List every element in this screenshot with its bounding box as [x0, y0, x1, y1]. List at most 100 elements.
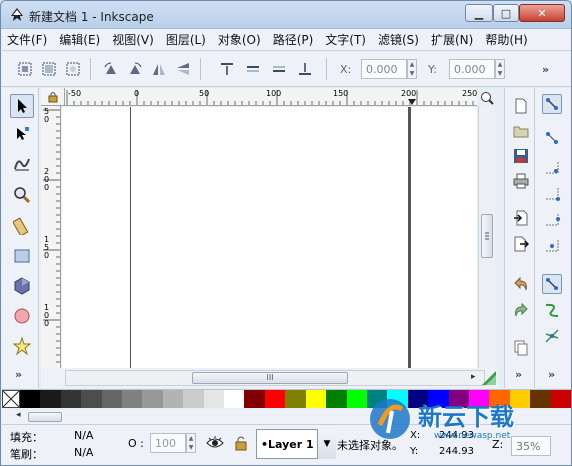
lower-to-bottom-icon[interactable]	[296, 60, 314, 78]
horizontal-ruler: -50 0 50 100 150 200 250	[65, 88, 477, 106]
horizontal-scroll-thumb[interactable]: III	[192, 372, 348, 384]
opacity-input[interactable]: 100	[150, 433, 186, 453]
snap-intersection-icon[interactable]	[542, 326, 562, 346]
palette-swatch[interactable]	[142, 390, 163, 408]
commands-more-icon[interactable]: »	[515, 368, 522, 381]
x-spin-buttons[interactable]: ▲ ▼	[407, 59, 417, 79]
print-icon[interactable]	[511, 171, 531, 191]
vertical-scrollbar[interactable]	[478, 106, 495, 368]
snap-bbox-icon[interactable]	[542, 128, 562, 148]
palette-swatch[interactable]	[224, 390, 245, 408]
redo-icon[interactable]	[511, 300, 531, 320]
toggle-lock-icon[interactable]	[234, 435, 248, 451]
menu-help[interactable]: 帮助(H)	[480, 31, 532, 48]
palette-swatch[interactable]	[101, 390, 123, 408]
palette-swatch[interactable]	[122, 390, 143, 408]
menu-path[interactable]: 路径(P)	[268, 31, 319, 48]
rectangle-tool-icon[interactable]	[10, 244, 34, 268]
palette-swatch[interactable]	[285, 390, 306, 408]
layer-dropdown-chevron-icon[interactable]: ▼	[317, 429, 336, 459]
deselect-icon[interactable]	[64, 60, 82, 78]
palette-scroll-thumb[interactable]	[28, 412, 62, 422]
flip-vertical-icon[interactable]	[174, 60, 192, 78]
snap-path-icon[interactable]	[542, 300, 562, 320]
vertical-scroll-thumb[interactable]	[481, 214, 493, 258]
snap-bbox-midpoint-icon[interactable]	[542, 210, 562, 230]
node-tool-icon[interactable]	[10, 122, 34, 146]
x-coordinate-input[interactable]: 0.000	[361, 59, 407, 79]
select-all-layers-icon[interactable]	[40, 60, 58, 78]
stroke-value[interactable]: N/A	[74, 446, 93, 459]
zoom-fit-icon[interactable]	[478, 89, 495, 106]
minimize-button[interactable]: ▁	[465, 4, 493, 22]
palette-scroll-left-icon[interactable]: ◂	[16, 410, 21, 420]
rotate-cw-icon[interactable]	[126, 60, 144, 78]
snap-bbox-corner-icon[interactable]	[542, 184, 562, 204]
undo-icon[interactable]	[511, 274, 531, 294]
3d-box-tool-icon[interactable]	[10, 274, 34, 298]
snap-bbox-edge-icon[interactable]	[542, 158, 562, 178]
snap-more-icon[interactable]: »	[548, 368, 555, 381]
y-spin-buttons[interactable]: ▲ ▼	[495, 59, 505, 79]
palette-swatch[interactable]	[20, 390, 41, 408]
layer-selector[interactable]: •Layer 1 ▼	[256, 429, 336, 459]
palette-swatch[interactable]	[60, 390, 82, 408]
palette-swatch[interactable]	[346, 390, 367, 408]
palette-swatch[interactable]	[305, 390, 327, 408]
palette-swatch[interactable]	[244, 390, 265, 408]
horizontal-scrollbar[interactable]: III	[65, 370, 485, 386]
menu-object[interactable]: 对象(O)	[213, 31, 266, 48]
toolbar-more-icon[interactable]: »	[542, 63, 549, 76]
tweak-tool-icon[interactable]	[10, 152, 34, 176]
zoom-tool-icon[interactable]	[10, 183, 34, 207]
palette-swatch[interactable]	[40, 390, 61, 408]
fill-value[interactable]: N/A	[74, 429, 93, 442]
ellipse-tool-icon[interactable]	[10, 304, 34, 328]
rotate-ccw-icon[interactable]	[102, 60, 120, 78]
menu-view[interactable]: 视图(V)	[107, 31, 159, 48]
select-all-icon[interactable]	[16, 60, 34, 78]
maximize-button[interactable]: □	[493, 4, 519, 22]
snap-nodes-icon[interactable]	[542, 274, 562, 294]
close-button[interactable]: ✕	[519, 4, 565, 22]
measure-tool-icon[interactable]	[10, 214, 34, 238]
menu-text[interactable]: 文字(T)	[320, 31, 371, 48]
palette-swatch[interactable]	[81, 390, 102, 408]
new-document-icon[interactable]	[511, 96, 531, 116]
window-title: 新建文档 1 - Inkscape	[29, 10, 154, 24]
menu-file[interactable]: 文件(F)	[2, 31, 52, 48]
toggle-visibility-eye-icon[interactable]	[206, 435, 224, 451]
palette-swatch[interactable]	[203, 390, 225, 408]
snap-toggle-icon[interactable]	[542, 94, 562, 114]
duplicate-icon[interactable]	[511, 338, 531, 358]
menu-extensions[interactable]: 扩展(N)	[426, 31, 478, 48]
import-icon[interactable]	[511, 208, 531, 228]
menu-layer[interactable]: 图层(L)	[161, 31, 211, 48]
lower-icon[interactable]	[270, 60, 288, 78]
save-icon[interactable]	[511, 146, 531, 166]
no-paint-swatch-icon[interactable]	[2, 390, 20, 408]
raise-to-top-icon[interactable]	[218, 60, 236, 78]
color-management-icon[interactable]	[481, 370, 497, 386]
menu-edit[interactable]: 编辑(E)	[54, 31, 105, 48]
ruler-v-label: 5 0	[44, 107, 50, 124]
palette-swatch[interactable]	[326, 390, 347, 408]
selector-tool-icon[interactable]	[10, 94, 34, 118]
opacity-spin-buttons[interactable]: ▲ ▼	[186, 433, 196, 453]
horizontal-scroll-row: ◂ III ▸	[41, 368, 497, 388]
menu-filters[interactable]: 滤镜(S)	[373, 31, 424, 48]
flip-horizontal-icon[interactable]	[150, 60, 168, 78]
palette-swatch[interactable]	[162, 390, 184, 408]
drawing-canvas[interactable]	[62, 107, 477, 368]
star-tool-icon[interactable]	[10, 334, 34, 358]
palette-swatch[interactable]	[264, 390, 286, 408]
y-coordinate-input[interactable]: 0.000	[449, 59, 495, 79]
snap-bbox-center-icon[interactable]	[542, 236, 562, 256]
raise-icon[interactable]	[244, 60, 262, 78]
export-icon[interactable]	[511, 234, 531, 254]
open-folder-icon[interactable]	[511, 121, 531, 141]
palette-swatch[interactable]	[183, 390, 204, 408]
guide-lock-icon[interactable]	[41, 88, 65, 106]
scroll-right-arrow-icon[interactable]: ▸	[471, 372, 476, 382]
toolbox-more-icon[interactable]: »	[15, 368, 22, 381]
